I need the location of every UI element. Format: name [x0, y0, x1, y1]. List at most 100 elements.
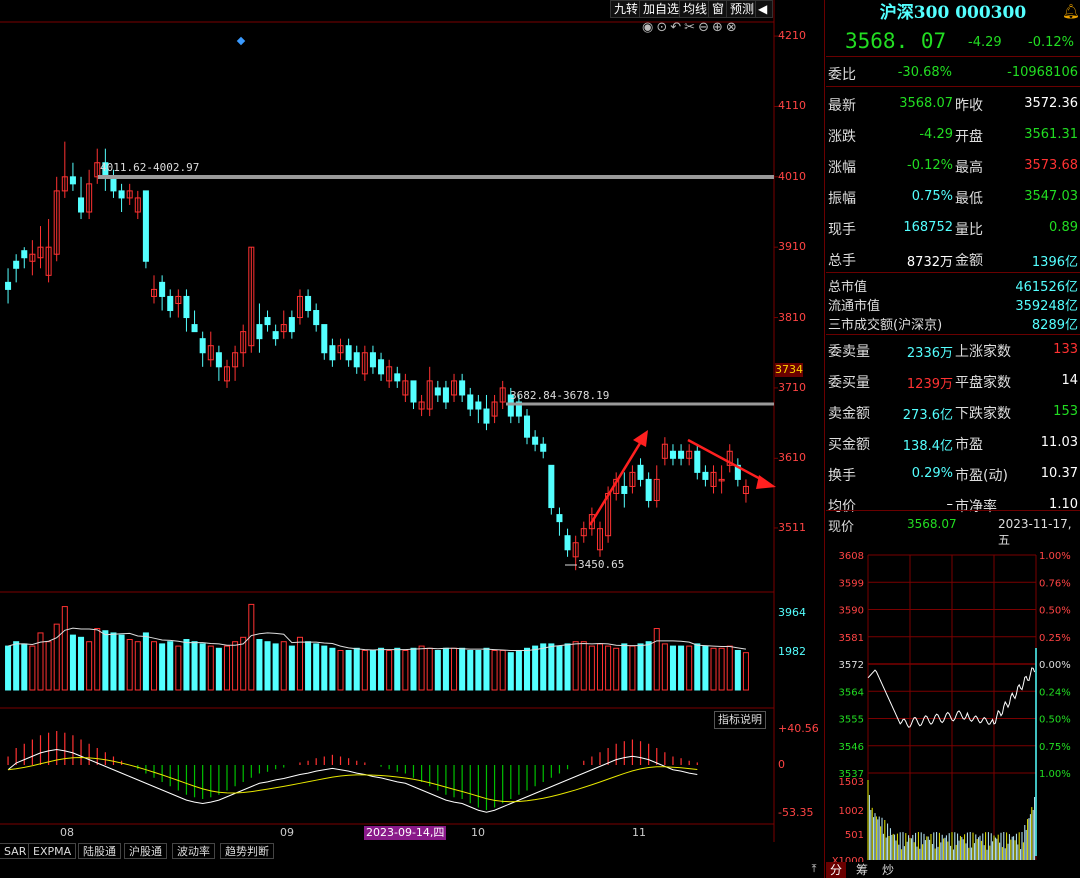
candlestick-chart[interactable]: 4011.62-4002.97 3682.84-3678.19 3450.65 [0, 0, 826, 878]
price-axis-label: 3511 [778, 520, 806, 534]
volume-bar [726, 645, 733, 691]
indicator-info-button[interactable]: 指标说明 [714, 711, 766, 729]
mini-left-axis: 3564 [839, 687, 864, 698]
candle-body [69, 176, 76, 185]
candle-body [329, 345, 336, 361]
tab-chips[interactable]: 筹 [852, 862, 872, 878]
mini-vol-axis: 1002 [839, 806, 864, 817]
tab-lugutong[interactable]: 陆股通 [78, 843, 121, 859]
price-change: -4.29 [968, 35, 1002, 50]
crosshair-date: 2023-09-14,四 [364, 826, 447, 840]
candle-body [183, 295, 190, 319]
price-axis-label: 3710 [778, 380, 806, 394]
candle-body [548, 464, 555, 509]
volume-bar [434, 649, 441, 691]
volume-bar [669, 645, 676, 691]
quote-label: 换手 [828, 468, 856, 484]
quote-value: 168752 [903, 220, 953, 235]
volume-bar [540, 643, 547, 691]
market-value: 359248亿 [1015, 299, 1078, 314]
quote-label: 现手 [828, 222, 856, 238]
volume-bar [564, 643, 571, 691]
weibi-label: 委比 [828, 67, 856, 83]
candle-body [637, 464, 644, 480]
mini-right-axis: 1.00% [1039, 551, 1071, 562]
price-axis-label: 4110 [778, 99, 806, 113]
quote-value: 153 [1053, 404, 1078, 419]
quote-label: 振幅 [828, 191, 856, 207]
scroll-top-icon[interactable]: ⤒ [805, 862, 823, 878]
quote-label: 涨幅 [828, 160, 856, 176]
volume-bar [337, 649, 344, 691]
volume-bar [661, 643, 668, 691]
volume-bar [288, 645, 295, 691]
candle-body [256, 324, 263, 340]
candle-body [118, 190, 125, 199]
candle-body [353, 352, 360, 368]
tab-hype[interactable]: 炒 [878, 862, 898, 878]
quote-label: 最新 [828, 98, 856, 114]
quote-value: 138.4亿 [902, 439, 953, 454]
volume-bar [126, 639, 133, 691]
current-price: 3568. 07 [845, 29, 947, 53]
volume-bar [718, 647, 725, 691]
tab-hugutong[interactable]: 沪股通 [124, 843, 167, 859]
volume-bar [305, 641, 312, 691]
price-axis-label: 4210 [778, 29, 806, 43]
quote-label: 委卖量 [828, 344, 870, 360]
volume-bar [596, 643, 604, 691]
quote-label: 上涨家数 [955, 344, 1011, 360]
volume-bar [86, 641, 93, 691]
quote-value: 0.29% [911, 466, 953, 481]
intraday-chart[interactable]: 3608 1.00% 3599 0.76% 3590 0.50% 3581 0.25% 3572… [826, 538, 1080, 862]
divider [826, 56, 1080, 57]
candle-body [556, 514, 563, 523]
candle-body [645, 478, 652, 502]
quote-label: 最低 [955, 191, 983, 207]
candle-body [378, 359, 385, 375]
volume-bar [572, 641, 579, 691]
volume-bar [167, 641, 174, 691]
tab-expma[interactable]: EXPMA [28, 843, 77, 859]
quote-label: 量比 [955, 222, 983, 238]
volume-bar [556, 645, 563, 691]
market-value: 461526亿 [1015, 280, 1078, 295]
market-value: 8289亿 [1031, 318, 1078, 333]
date-label: 09 [280, 826, 294, 839]
price-axis-label: 3610 [778, 451, 806, 465]
volume-bar [256, 639, 263, 691]
candle-body [523, 415, 531, 438]
quote-label: 市净率 [955, 499, 997, 515]
mini-right-axis: 0.00% [1039, 660, 1071, 671]
trend-arrow [588, 439, 644, 526]
quote-label: 最高 [955, 160, 983, 176]
price-change-pct: -0.12% [1028, 35, 1074, 50]
volume-bar [499, 649, 506, 691]
bell-icon[interactable]: 🔔︎ [1062, 4, 1080, 20]
tab-volatility[interactable]: 波动率 [172, 843, 215, 859]
date-label: 10 [471, 826, 485, 839]
quote-value: 3573.68 [1024, 158, 1078, 173]
quote-label: 市盈 [955, 437, 983, 453]
mini-right-axis: 0.76% [1039, 578, 1071, 589]
candle-body [199, 338, 206, 354]
tab-sar[interactable]: SAR [0, 843, 32, 859]
macd-axis-label: 0 [778, 758, 785, 771]
volume-bar [248, 603, 255, 691]
volume-bar [29, 645, 36, 691]
volume-bar [491, 649, 498, 691]
quote-label: 昨收 [955, 98, 983, 114]
volume-bar [296, 636, 303, 691]
market-label: 流通市值 [828, 299, 881, 314]
volume-bar [191, 641, 198, 691]
volume-bar [110, 632, 117, 691]
volume-bar [361, 649, 368, 691]
volume-bar [588, 645, 595, 691]
volume-bar [532, 645, 539, 691]
tab-trend[interactable]: 趋势判断 [220, 843, 274, 859]
volume-bar [386, 649, 393, 691]
tab-minute[interactable]: 分 [826, 862, 846, 878]
divider [826, 334, 1080, 335]
volume-bar [653, 628, 660, 691]
candle-body [264, 317, 271, 326]
